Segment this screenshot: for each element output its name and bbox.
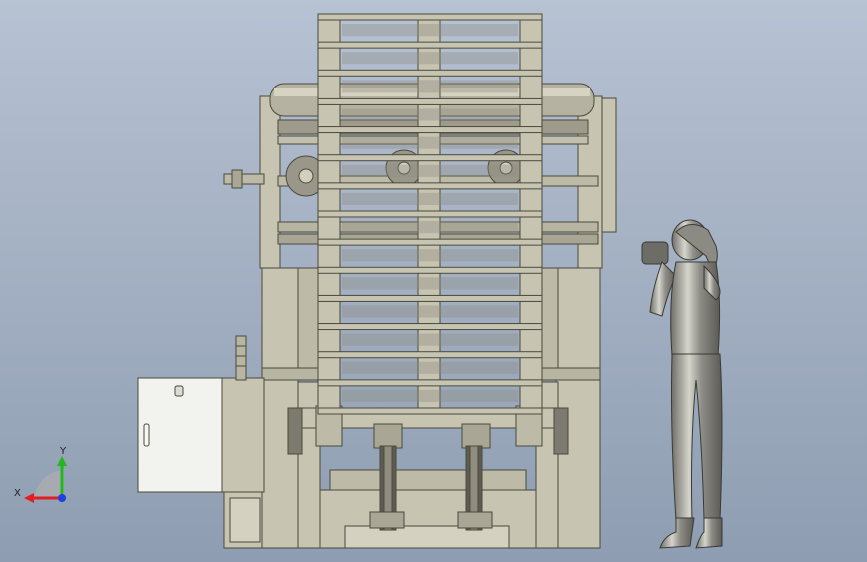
pallet-gap-9	[342, 277, 518, 290]
cabinet-handle[interactable]	[143, 423, 150, 447]
pallet-gap-2	[342, 80, 518, 93]
pallet-board-8	[317, 238, 543, 246]
pallet-gap-4	[342, 136, 518, 149]
pallet-gap-7	[342, 221, 518, 234]
pallet-stack[interactable]	[317, 13, 543, 415]
pallet-board-14	[317, 407, 543, 415]
pallet-board-4	[317, 126, 543, 134]
cabinet-lock	[174, 385, 184, 397]
pallet-board-10	[317, 294, 543, 302]
y-axis-label: Y	[59, 446, 67, 457]
signal-tower	[235, 335, 247, 381]
pallet-board-9	[317, 266, 543, 274]
pallet-gap-3	[342, 108, 518, 121]
pallet-gap-8	[342, 249, 518, 262]
pallet-gap-6	[342, 192, 518, 205]
pallet-board-1	[317, 41, 543, 49]
pallet-board-12	[317, 351, 543, 359]
pallet-gap-11	[342, 333, 518, 346]
z-axis-dot	[58, 494, 66, 502]
cad-viewport[interactable]: X Y	[0, 0, 867, 562]
pallet-board-3	[317, 97, 543, 105]
pallet-board-13	[317, 379, 543, 387]
pallet-gap-1	[342, 52, 518, 65]
pallet-gap-5	[342, 164, 518, 177]
x-axis-label: X	[14, 488, 21, 499]
pallet-board-11	[317, 323, 543, 331]
pallet-gap-0	[342, 24, 518, 37]
pallet-board-7	[317, 210, 543, 218]
pallet-board-2	[317, 69, 543, 77]
pallet-gap-12	[342, 361, 518, 374]
pallet-gap-13	[342, 389, 518, 402]
pallet-board-0	[317, 13, 543, 21]
pallet-gap-10	[342, 305, 518, 318]
pallet-board-6	[317, 182, 543, 190]
pallet-board-5	[317, 154, 543, 162]
